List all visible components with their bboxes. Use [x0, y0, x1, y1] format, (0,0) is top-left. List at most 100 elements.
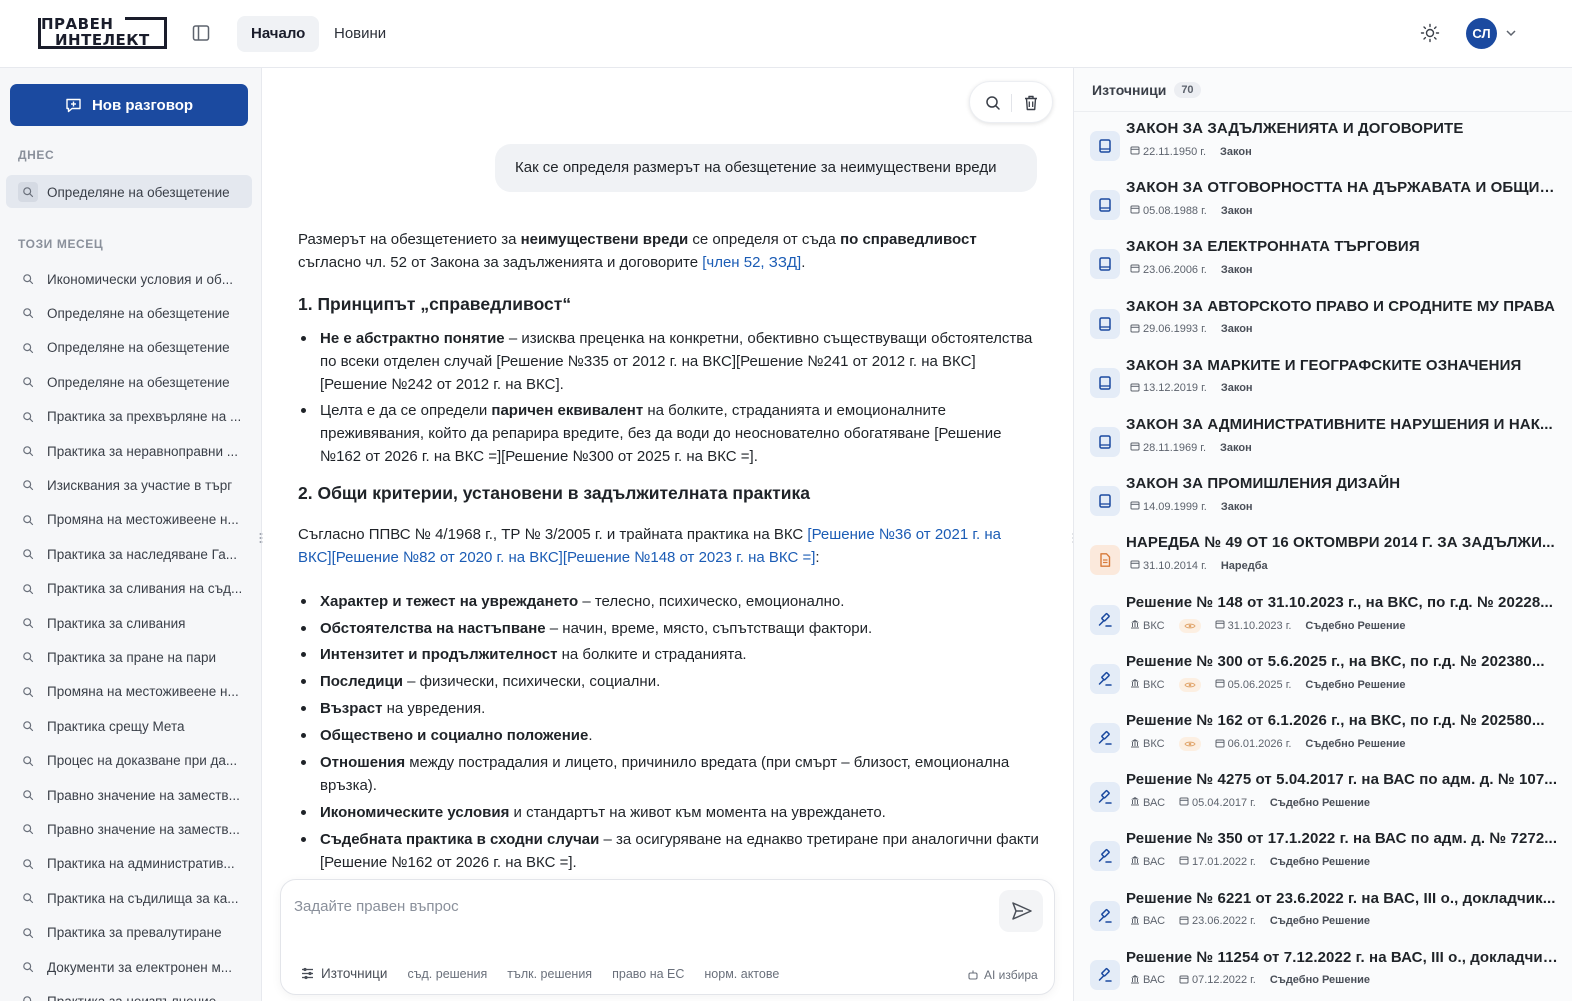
history-item[interactable]: Процес на доказване при да... [18, 751, 248, 771]
heading-criteria: 2. Общи критерии, установени в задължите… [298, 483, 810, 503]
logo[interactable]: ПРАВЕН ИНТЕЛЕКТ [38, 15, 167, 49]
court-label: ВАС [1130, 915, 1165, 928]
history-item[interactable]: Практика срещу Мета [18, 716, 248, 736]
source-title: Решение № 300 от 5.6.2025 г., на ВКС, по… [1126, 652, 1545, 670]
court-label: ВАС [1130, 855, 1165, 868]
history-item[interactable]: Определяне на обезщетение [18, 372, 248, 392]
trash-icon[interactable] [1021, 93, 1041, 113]
tab-news[interactable]: Новини [320, 16, 400, 52]
source-kind: Съдебно Решение [1269, 974, 1370, 987]
source-item[interactable]: Решение № 162 от 6.1.2026 г., на ВКС, по… [1074, 712, 1572, 771]
source-item[interactable]: ЗАКОН ЗА ЕЛЕКТРОННАТА ТЪРГОВИЯ 23.06.2006… [1074, 238, 1572, 297]
history-item[interactable]: Практика за сливания на съд... [18, 579, 248, 599]
source-title: НАРЕДБА № 49 ОТ 16 ОКТОМВРИ 2014 Г. ЗА З… [1126, 534, 1555, 552]
source-item[interactable]: ЗАКОН ЗА АДМИНИСТРАТИВНИТЕ НАРУШЕНИЯ И Н… [1074, 416, 1572, 475]
history-item[interactable]: Практика за прехвърляне на ... [18, 407, 248, 427]
source-item[interactable]: Решение № 300 от 5.6.2025 г., на ВКС, по… [1074, 653, 1572, 712]
source-kind: Закон [1220, 323, 1253, 336]
source-kind: Закон [1220, 382, 1253, 395]
history-item[interactable]: Практика за сливания [18, 613, 248, 633]
user-message: Как се определя размерът на обезщетение … [495, 144, 1037, 192]
history-item[interactable]: Изисквания за участие в търг [18, 475, 248, 495]
source-title: ЗАКОН ЗА ПРОМИШЛЕНИЯ ДИЗАЙН [1126, 475, 1401, 493]
eye-icon[interactable] [1178, 737, 1201, 751]
new-chat-button[interactable]: Нов разговор [10, 84, 248, 126]
chip-normative-acts[interactable]: норм. актове [704, 967, 779, 981]
history-item[interactable]: Практика за пране на пари [18, 647, 248, 667]
criteria-intro: Съгласно ППВС № 4/1968 г., ТР № 3/2005 г… [298, 526, 1001, 566]
source-item[interactable]: НАРЕДБА № 49 ОТ 16 ОКТОМВРИ 2014 Г. ЗА З… [1074, 534, 1572, 593]
sources-filter-button[interactable]: Източници [301, 966, 387, 981]
bank-icon [1130, 619, 1140, 632]
history-item[interactable]: Практика на административ... [18, 854, 248, 874]
source-date: 23.06.2006 г. [1130, 263, 1207, 276]
history-item[interactable]: Практика за наследяване Га... [18, 544, 248, 564]
history-item[interactable]: Практика за неизпълнение... [18, 991, 248, 1001]
history-item[interactable]: Правно значение на заместв... [18, 785, 248, 805]
history-item[interactable]: Документи за електронен м... [18, 957, 248, 977]
chip-interpretive-decisions[interactable]: тълк. решения [507, 967, 592, 981]
principle-item: Целта е да се определи паричен еквивален… [301, 399, 1040, 468]
book-icon [1090, 249, 1120, 280]
history-item[interactable]: Определяне на обезщетение [18, 338, 248, 358]
citation-link[interactable]: [Решение №162 от 2026 г. на ВКС =] [320, 854, 573, 871]
criteria-item: Отношения между пострадалия и лицето, пр… [301, 751, 1040, 797]
source-date: 31.10.2014 г. [1130, 559, 1207, 572]
source-kind: Закон [1220, 145, 1252, 158]
source-item[interactable]: ЗАКОН ЗА ОТГОВОРНОСТТА НА ДЪРЖАВАТА И ОБ… [1074, 179, 1572, 238]
sun-icon[interactable] [1420, 23, 1440, 43]
history-item[interactable]: Практика за превалутиране [18, 923, 248, 943]
criteria-item: Икономическите условия и стандартът на ж… [301, 801, 1040, 824]
chip-court-decisions[interactable]: съд. решения [407, 967, 487, 981]
history-item[interactable]: Промяна на местоживеене н... [18, 510, 248, 530]
history-item[interactable]: Определяне на обезщетение [18, 182, 248, 202]
ai-select-button[interactable]: AI избира [967, 968, 1038, 982]
book-icon [1090, 190, 1120, 221]
source-meta: 23.06.2006 г. Закон [1130, 263, 1253, 276]
source-item[interactable]: ЗАКОН ЗА ПРОМИШЛЕНИЯ ДИЗАЙН 14.09.1999 г.… [1074, 475, 1572, 534]
source-title: ЗАКОН ЗА МАРКИТЕ И ГЕОГРАФСКИТЕ ОЗНАЧЕНИ… [1126, 356, 1522, 374]
source-item[interactable]: ЗАКОН ЗА МАРКИТЕ И ГЕОГРАФСКИТЕ ОЗНАЧЕНИ… [1074, 357, 1572, 416]
source-meta: 13.12.2019 г. Закон [1130, 382, 1253, 395]
source-item[interactable]: Решение № 350 от 17.1.2022 г. на ВАС по … [1074, 830, 1572, 889]
history-item[interactable]: Практика за неравноправни ... [18, 441, 248, 461]
avatar[interactable]: СЛ [1466, 18, 1497, 49]
criteria-item: Обстоятелства на настъпване – начин, вре… [301, 617, 1040, 640]
send-button[interactable] [999, 890, 1043, 932]
source-item[interactable]: Решение № 11254 от 7.12.2022 г. на ВАС, … [1074, 949, 1572, 1001]
search-icon [18, 957, 38, 977]
history-item[interactable]: Промяна на местоживеене н... [18, 682, 248, 702]
history-item[interactable]: Икономически условия и об... [18, 269, 248, 289]
search-icon[interactable] [983, 93, 1003, 113]
source-item[interactable]: Решение № 4275 от 5.04.2017 г. на ВАС по… [1074, 771, 1572, 830]
calendar-icon [1215, 619, 1225, 632]
search-icon [18, 854, 38, 874]
sidebar-toggle-icon[interactable] [192, 24, 210, 42]
history-item[interactable]: Практика на съдилища за ка... [18, 888, 248, 908]
court-label: ВКС [1130, 738, 1165, 751]
source-item[interactable]: Решение № 6221 от 23.6.2022 г. на ВАС, I… [1074, 890, 1572, 949]
book-icon [1090, 427, 1120, 457]
source-date: 05.04.2017 г. [1179, 796, 1256, 809]
eye-icon[interactable] [1178, 618, 1201, 633]
sources-header: Източници 70 [1092, 82, 1201, 98]
source-item[interactable]: ЗАКОН ЗА ЗАДЪЛЖЕНИЯТА И ДОГОВОРИТЕ 22.11.… [1074, 120, 1572, 179]
court-label: ВКС [1130, 678, 1165, 691]
calendar-icon [1179, 974, 1189, 987]
source-item[interactable]: Решение № 148 от 31.10.2023 г., на ВКС, … [1074, 594, 1572, 653]
chip-eu-law[interactable]: право на ЕС [612, 967, 684, 981]
chevron-down-icon[interactable] [1504, 26, 1518, 40]
question-input[interactable]: Задайте правен въпрос [294, 898, 459, 915]
filter-icon [302, 967, 313, 980]
bank-icon [1130, 738, 1140, 751]
source-title: ЗАКОН ЗА АВТОРСКОТО ПРАВО И СРОДНИТЕ МУ … [1126, 297, 1555, 315]
source-meta: 05.08.1988 г. Закон [1130, 204, 1253, 217]
source-item[interactable]: ЗАКОН ЗА АВТОРСКОТО ПРАВО И СРОДНИТЕ МУ … [1074, 298, 1572, 357]
citation-link[interactable]: [член 52, ЗЗД] [702, 254, 801, 271]
history-item[interactable]: Правно значение на заместв... [18, 819, 248, 839]
logo-line-2: ИНТЕЛЕКТ [55, 31, 150, 49]
eye-icon[interactable] [1178, 677, 1201, 692]
search-icon [18, 647, 38, 667]
tab-home[interactable]: Начало [237, 16, 320, 52]
history-item[interactable]: Определяне на обезщетение [18, 303, 248, 323]
